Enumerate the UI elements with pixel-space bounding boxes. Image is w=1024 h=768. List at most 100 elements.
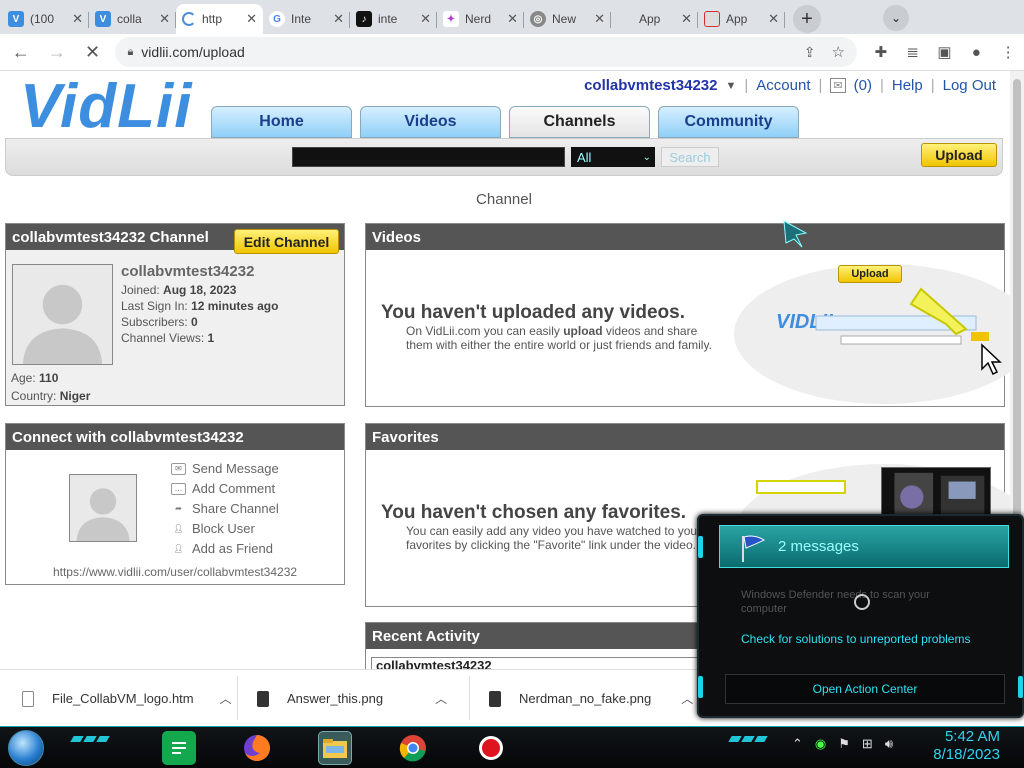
search-input[interactable]	[292, 147, 565, 167]
chevron-up-icon[interactable]: ︿	[220, 690, 232, 707]
tab-search-chevron-icon[interactable]: ⌄	[883, 5, 909, 31]
close-icon[interactable]: ✕	[420, 11, 431, 27]
download-item[interactable]: Answer_this.png ︿	[257, 670, 447, 727]
browser-tab[interactable]: V colla ✕	[89, 4, 176, 34]
upload-promo-illustration: VIDLII	[776, 287, 989, 345]
upload-button[interactable]: Upload	[921, 143, 997, 167]
start-button[interactable]	[8, 730, 44, 766]
username-link[interactable]: collabvmtest34232	[584, 77, 717, 94]
close-icon[interactable]: ✕	[507, 11, 518, 27]
lock-icon: 🔒︎	[127, 45, 134, 58]
browser-tab[interactable]: V (100 ✕	[2, 4, 89, 34]
download-item[interactable]: File_CollabVM_logo.htm ︿	[22, 670, 232, 727]
promo-upload-image-button[interactable]: Upload	[838, 265, 902, 283]
avatar[interactable]	[12, 264, 113, 365]
download-item[interactable]: Nerdman_no_fake.png ︿	[489, 670, 693, 727]
add-friend-action[interactable]: 👤︎ Add as Friend	[171, 539, 279, 559]
edit-channel-button[interactable]: Edit Channel	[234, 229, 339, 254]
side-panel-icon[interactable]: ▣	[929, 37, 961, 67]
open-action-center-button[interactable]: Open Action Center	[725, 674, 1005, 704]
help-link[interactable]: Help	[892, 77, 923, 94]
action-center-flag-icon[interactable]: ⚑	[838, 736, 850, 752]
browser-tab[interactable]: App ✕	[611, 4, 698, 34]
stop-loading-icon[interactable]: ✕	[78, 37, 108, 67]
envelope-icon: ✉	[171, 463, 186, 475]
profile-icon[interactable]: ●	[960, 37, 992, 67]
browser-tab-active[interactable]: http ✕	[176, 4, 263, 34]
new-tab-button[interactable]: +	[793, 5, 821, 33]
channel-name[interactable]: collabvmtest34232	[121, 264, 278, 280]
close-icon[interactable]: ✕	[72, 11, 83, 27]
download-filename: Answer_this.png	[287, 691, 384, 706]
check-solutions-link[interactable]: Check for solutions to unreported proble…	[741, 632, 970, 646]
promo-button-outline	[756, 480, 846, 494]
file-explorer-icon[interactable]	[318, 731, 352, 765]
close-icon[interactable]: ✕	[246, 11, 257, 27]
search-button[interactable]: Search	[661, 147, 719, 167]
defender-message[interactable]: Windows Defender needs to scan your comp…	[741, 588, 961, 616]
clock-time: 5:42 AM	[944, 728, 1000, 745]
tab-title: Inte	[291, 12, 312, 26]
address-bar[interactable]: 🔒︎ vidlii.com/upload ⇪ ☆	[115, 37, 857, 67]
avatar[interactable]	[69, 474, 137, 542]
clock[interactable]: 5:42 AM 8/18/2023	[933, 728, 1000, 764]
back-arrow-icon[interactable]: ←	[6, 37, 36, 67]
nav-tab-videos[interactable]: Videos	[360, 106, 501, 138]
forward-arrow-icon[interactable]: →	[42, 37, 72, 67]
close-icon[interactable]: ✕	[333, 11, 344, 27]
no-videos-text: On VidLii.com you can easily upload vide…	[406, 324, 712, 352]
menu-kebab-icon[interactable]: ⋮	[992, 37, 1024, 67]
chevron-up-icon[interactable]: ︿	[681, 690, 693, 707]
close-icon[interactable]: ✕	[594, 11, 605, 27]
tab-title: App	[639, 12, 661, 26]
send-message-action[interactable]: ✉ Send Message	[171, 459, 279, 479]
mail-icon[interactable]: ✉	[830, 78, 846, 93]
vidlii-logo[interactable]: VidLii	[20, 76, 192, 138]
record-icon[interactable]	[474, 731, 508, 765]
vidlii-icon: V	[95, 11, 111, 27]
volume-icon[interactable]: 🔊︎	[885, 736, 893, 752]
chevron-down-icon[interactable]: ▼	[725, 80, 736, 92]
share-channel-action[interactable]: ➦ Share Channel	[171, 499, 279, 519]
account-link[interactable]: Account	[756, 77, 810, 94]
nav-tab-community[interactable]: Community	[658, 106, 799, 138]
firefox-icon[interactable]	[240, 731, 274, 765]
show-hidden-icons-icon[interactable]: ⌃	[792, 736, 803, 752]
extensions-icon[interactable]: ✚	[865, 37, 897, 67]
close-icon[interactable]: ✕	[159, 11, 170, 27]
nav-tab-channels[interactable]: Channels	[509, 106, 650, 138]
search-category-select[interactable]: All ⌄	[571, 147, 655, 167]
messages-count-link[interactable]: (0)	[854, 77, 872, 94]
block-user-action[interactable]: 👤︎ Block User	[171, 519, 279, 539]
network-icon[interactable]: ⊞	[862, 736, 873, 752]
tab-title: (100	[30, 12, 55, 26]
share-icon[interactable]: ⇪	[804, 44, 816, 61]
close-icon[interactable]: ✕	[768, 11, 779, 27]
media-queue-icon[interactable]: ≣	[897, 37, 929, 67]
url-text: vidlii.com/upload	[141, 44, 245, 60]
channel-url[interactable]: https://www.vidlii.com/user/collabvmtest…	[6, 565, 344, 579]
browser-tab[interactable]: ✦ Nerd ✕	[437, 4, 524, 34]
share-arrow-icon: ➦	[175, 504, 182, 513]
browser-tab[interactable]: App ✕	[698, 4, 785, 34]
age-row: Age: 110	[11, 371, 59, 385]
monitor-status-icon[interactable]: ◉	[815, 736, 826, 752]
action-center-header[interactable]: 2 messages	[719, 525, 1009, 568]
chevron-up-icon[interactable]: ︿	[435, 690, 447, 707]
add-comment-action[interactable]: … Add Comment	[171, 479, 279, 499]
bookmark-star-icon[interactable]: ☆	[832, 43, 845, 61]
browser-tab[interactable]: ◎ New ✕	[524, 4, 611, 34]
browser-tab[interactable]: G Inte ✕	[263, 4, 350, 34]
decorative-stripes	[70, 736, 110, 744]
chrome-icon[interactable]	[396, 731, 430, 765]
flag-icon	[742, 535, 766, 562]
logout-link[interactable]: Log Out	[943, 77, 996, 94]
browser-tab[interactable]: ♪ inte ✕	[350, 4, 437, 34]
connect-box-header: Connect with collabvmtest34232	[6, 424, 344, 450]
close-icon[interactable]: ✕	[681, 11, 692, 27]
green-app-icon[interactable]	[162, 731, 196, 765]
nav-tab-home[interactable]: Home	[211, 106, 352, 138]
scrollbar-thumb[interactable]	[1013, 79, 1021, 529]
tab-title: inte	[378, 12, 398, 26]
document-file-icon	[22, 690, 34, 707]
